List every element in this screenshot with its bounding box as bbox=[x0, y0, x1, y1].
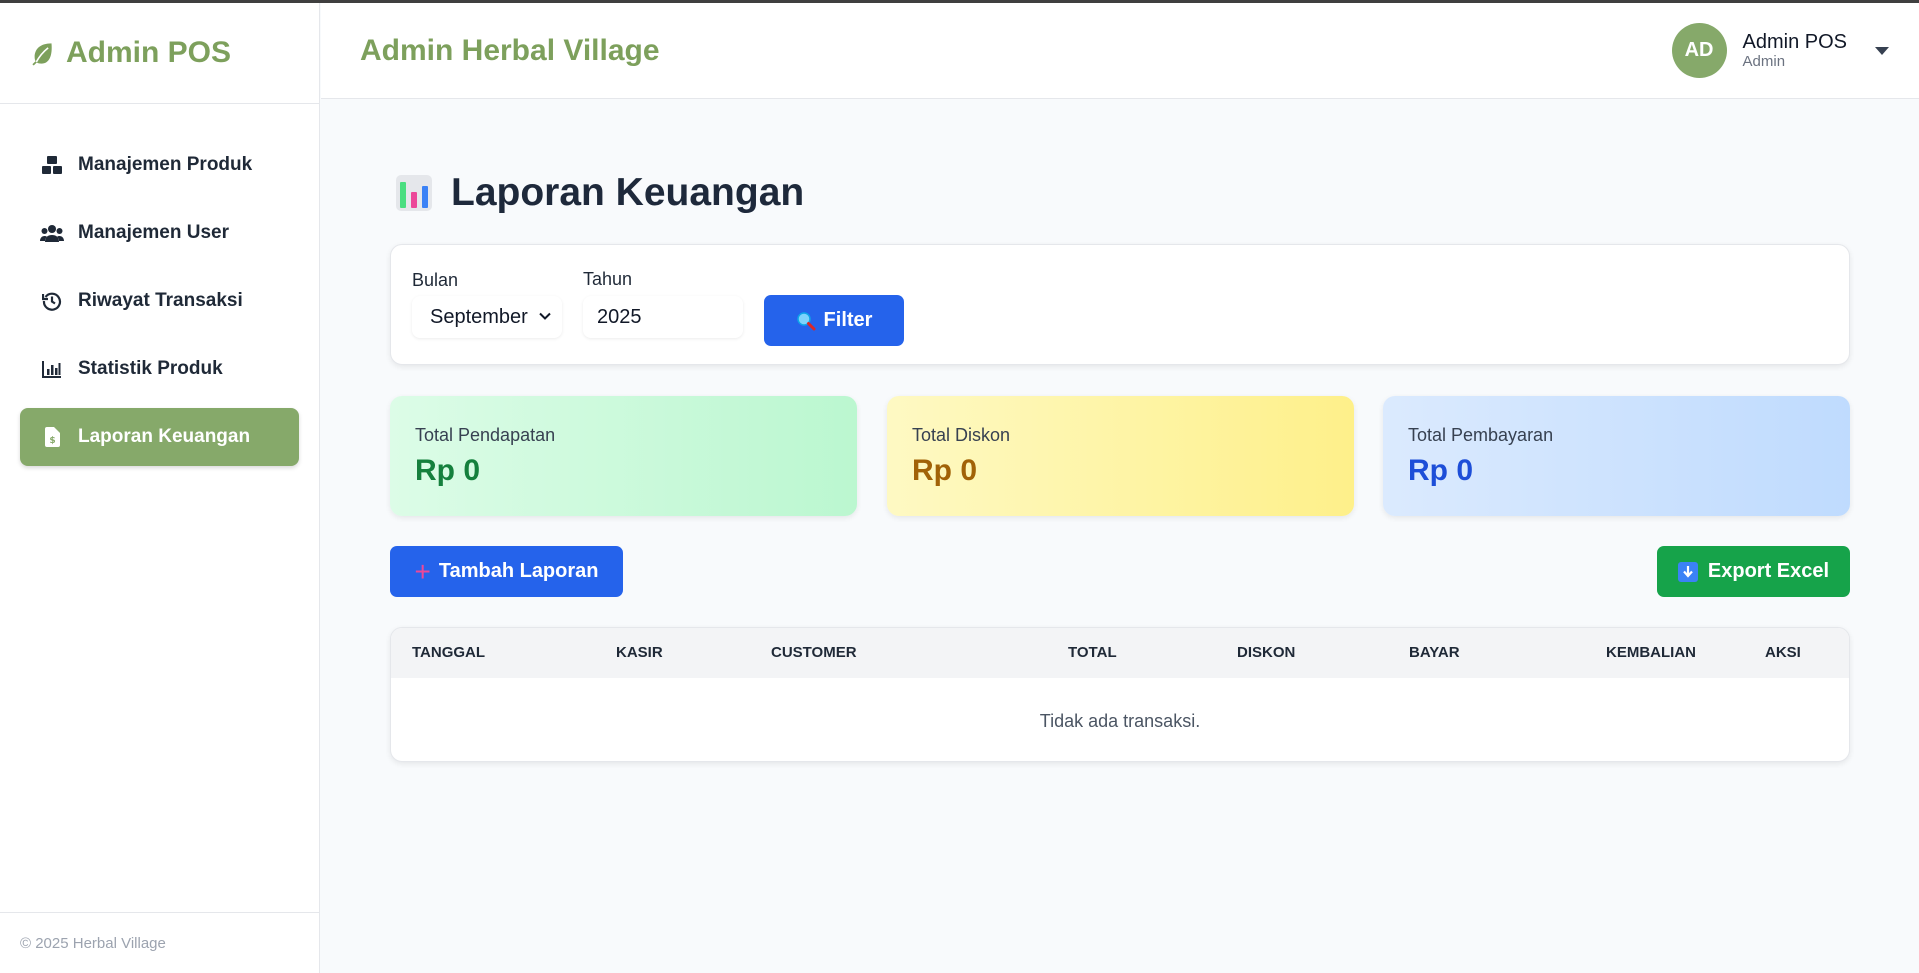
user-info: Admin POS Admin bbox=[1743, 31, 1847, 71]
svg-text:$: $ bbox=[49, 436, 55, 446]
export-excel-label: Export Excel bbox=[1707, 560, 1830, 582]
sidebar: Admin POS Manajemen Produk Manajemen Use… bbox=[0, 3, 320, 973]
column-header: KEMBALIAN bbox=[1606, 644, 1696, 661]
column-header: AKSI bbox=[1765, 644, 1801, 661]
user-menu[interactable]: AD Admin POS Admin bbox=[1671, 23, 1889, 78]
sidebar-item-label: Statistik Produk bbox=[78, 358, 223, 379]
column-header: BAYAR bbox=[1409, 644, 1460, 661]
sidebar-nav: Manajemen Produk Manajemen User Riwayat … bbox=[0, 104, 319, 466]
sidebar-item-laporan-keuangan[interactable]: $ Laporan Keuangan bbox=[20, 408, 299, 466]
brand-title: Admin POS bbox=[66, 36, 232, 69]
month-label: Bulan bbox=[412, 270, 459, 290]
file-invoice-icon: $ bbox=[40, 427, 64, 447]
filter-button-label: Filter bbox=[823, 309, 873, 331]
stat-value: Rp 0 bbox=[912, 454, 978, 487]
sidebar-item-label: Riwayat Transaksi bbox=[78, 290, 243, 311]
column-header: TANGGAL bbox=[412, 644, 486, 661]
window-top-border bbox=[0, 0, 1919, 3]
sidebar-item-label: Laporan Keuangan bbox=[78, 426, 251, 447]
sidebar-footer: © 2025 Herbal Village bbox=[0, 912, 320, 973]
chevron-down-icon[interactable] bbox=[1875, 46, 1889, 55]
month-select[interactable]: September bbox=[412, 296, 562, 338]
top-header: Admin Herbal Village AD Admin POS Admin bbox=[321, 3, 1919, 99]
sidebar-item-label: Manajemen User bbox=[78, 222, 230, 243]
stat-value: Rp 0 bbox=[1408, 454, 1474, 487]
sidebar-item-manajemen-user[interactable]: Manajemen User bbox=[20, 204, 299, 262]
column-header: DISKON bbox=[1237, 644, 1296, 661]
sidebar-item-statistik-produk[interactable]: Statistik Produk bbox=[20, 340, 299, 398]
empty-table-message: Tidak ada transaksi. bbox=[1039, 711, 1201, 731]
column-header: CUSTOMER bbox=[771, 644, 857, 661]
table-header: TANGGAL KASIR CUSTOMER TOTAL DISKON BAYA… bbox=[391, 628, 1849, 678]
search-icon bbox=[796, 311, 816, 330]
stat-total-pembayaran: Total Pembayaran Rp 0 bbox=[1383, 396, 1850, 516]
plus-icon: + bbox=[414, 555, 431, 587]
sidebar-item-label: Manajemen Produk bbox=[78, 154, 253, 175]
year-input[interactable]: 2025 bbox=[583, 296, 743, 338]
avatar[interactable]: AD bbox=[1671, 23, 1727, 78]
stat-label: Total Pendapatan bbox=[415, 425, 556, 445]
users-icon bbox=[40, 223, 64, 243]
header-title: Admin Herbal Village bbox=[360, 33, 660, 67]
bar-chart-icon bbox=[40, 359, 64, 379]
add-report-label: Tambah Laporan bbox=[438, 560, 599, 582]
bar-chart-emoji-icon bbox=[396, 175, 432, 211]
column-header: KASIR bbox=[616, 644, 663, 661]
sidebar-item-manajemen-produk[interactable]: Manajemen Produk bbox=[20, 136, 299, 194]
filter-card: Bulan September Tahun 2025 Filter bbox=[390, 244, 1850, 365]
user-name: Admin POS bbox=[1742, 30, 1847, 53]
stat-label: Total Pembayaran bbox=[1408, 425, 1554, 445]
sidebar-item-riwayat-transaksi[interactable]: Riwayat Transaksi bbox=[20, 272, 299, 330]
filter-button[interactable]: Filter bbox=[764, 295, 904, 346]
transactions-table: TANGGAL KASIR CUSTOMER TOTAL DISKON BAYA… bbox=[390, 627, 1850, 762]
column-header: TOTAL bbox=[1068, 644, 1117, 661]
add-report-button[interactable]: + Tambah Laporan bbox=[390, 546, 623, 597]
stat-total-diskon: Total Diskon Rp 0 bbox=[887, 396, 1354, 516]
stat-label: Total Diskon bbox=[912, 425, 1011, 445]
page-title: Laporan Keuangan bbox=[451, 171, 805, 214]
page-heading: Laporan Keuangan bbox=[395, 171, 804, 215]
user-role: Admin bbox=[1742, 52, 1786, 70]
year-label: Tahun bbox=[583, 269, 633, 289]
boxes-icon bbox=[40, 155, 64, 175]
brand[interactable]: Admin POS bbox=[0, 3, 319, 104]
leaf-icon bbox=[32, 42, 52, 66]
history-icon bbox=[40, 291, 64, 311]
download-arrow-icon bbox=[1677, 561, 1698, 582]
month-select-value: September bbox=[430, 305, 528, 328]
chevron-down-icon bbox=[539, 312, 551, 320]
export-excel-button[interactable]: Export Excel bbox=[1657, 546, 1850, 597]
stat-value: Rp 0 bbox=[415, 454, 481, 487]
stat-total-pendapatan: Total Pendapatan Rp 0 bbox=[390, 396, 857, 516]
